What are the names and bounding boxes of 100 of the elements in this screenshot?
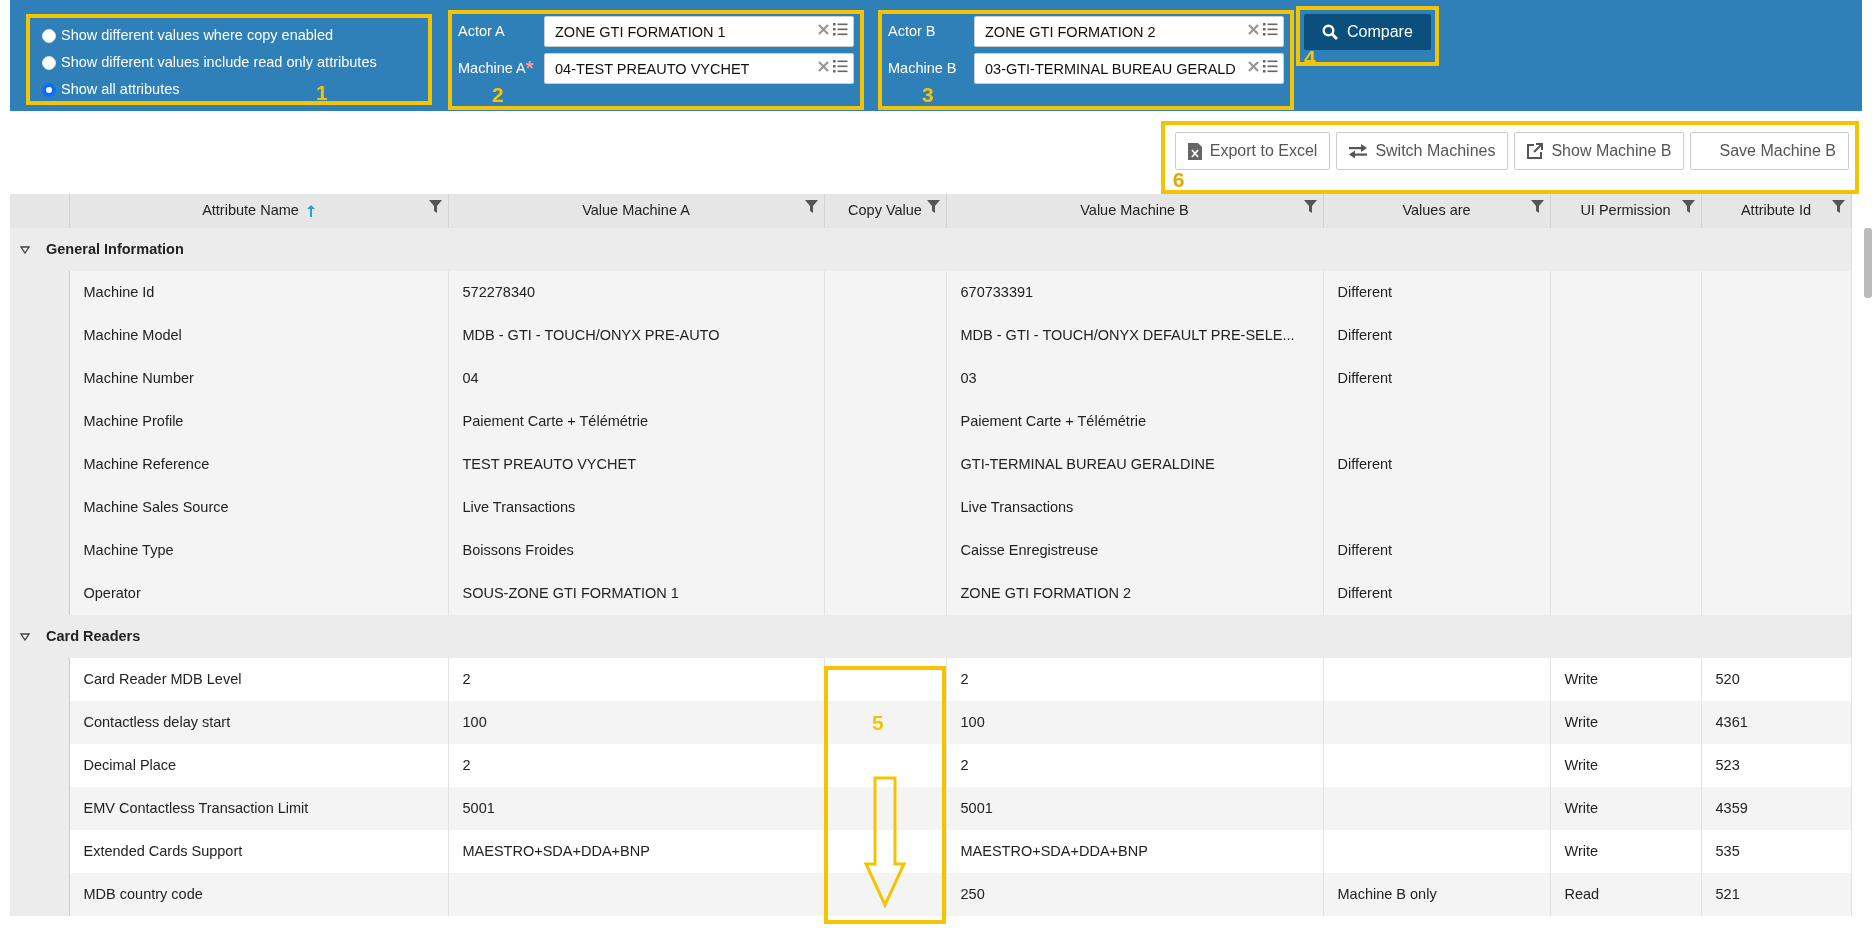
table-cell: Machine Id (69, 271, 448, 314)
table-cell: Machine Type (69, 529, 448, 572)
clear-icon[interactable] (818, 24, 829, 35)
list-icon[interactable] (1263, 23, 1278, 36)
table-cell: Different (1323, 271, 1550, 314)
table-cell: 100 (448, 701, 824, 744)
table-cell: Different (1323, 572, 1550, 615)
group-row[interactable]: General Information (10, 228, 1851, 271)
table-cell: MDB - GTI - TOUCH/ONYX PRE-AUTO (448, 314, 824, 357)
column-header[interactable]: Values are (1323, 194, 1550, 228)
radio-label: Show all attributes (61, 79, 180, 99)
table-cell: Paiement Carte + Télémétrie (946, 400, 1323, 443)
actor-field[interactable]: ZONE GTI FORMATION 2 (974, 16, 1284, 47)
table-cell: ZONE GTI FORMATION 2 (946, 572, 1323, 615)
field-label: Actor B (888, 21, 937, 41)
annotation-number: 5 (872, 712, 884, 733)
table-cell: 670733391 (946, 271, 1323, 314)
table-cell: Boissons Froides (448, 529, 824, 572)
annotation-number: 6 (1172, 169, 1185, 190)
filter-icon[interactable] (926, 200, 940, 213)
table-cell: Machine Number (69, 357, 448, 400)
list-icon[interactable] (833, 23, 848, 36)
search-icon (1322, 24, 1338, 40)
table-cell: MDB country code (69, 873, 448, 916)
annotation-number: 2 (492, 84, 504, 105)
list-icon[interactable] (833, 60, 848, 73)
table-cell: 4361 (1701, 701, 1851, 744)
machine-field[interactable]: 04-TEST PREAUTO VYCHET (544, 53, 854, 84)
filter-icon[interactable] (804, 200, 818, 213)
group-title: General Information (46, 239, 184, 259)
group-row[interactable]: Card Readers (10, 615, 1851, 658)
table-cell: Different (1323, 529, 1550, 572)
column-header[interactable]: Copy Value (824, 194, 946, 228)
list-icon[interactable] (1263, 60, 1278, 73)
table-cell: TEST PREAUTO VYCHET (448, 443, 824, 486)
field-label: Machine A* (458, 57, 535, 80)
table-cell: Different (1323, 357, 1550, 400)
swap-arrows-icon (1349, 144, 1368, 158)
column-header[interactable]: UI Permission (1550, 194, 1701, 228)
header-cell (10, 194, 69, 228)
column-header[interactable]: Value Machine B (946, 194, 1323, 228)
table-cell: 521 (1701, 873, 1851, 916)
collapse-triangle-icon[interactable] (20, 632, 30, 641)
table-cell: 5001 (946, 787, 1323, 830)
table-cell: Different (1323, 314, 1550, 357)
table-cell: Live Transactions (946, 486, 1323, 529)
table-cell: 250 (946, 873, 1323, 916)
collapse-triangle-icon[interactable] (20, 245, 30, 254)
table-cell: 100 (946, 701, 1323, 744)
table-cell: Different (1323, 443, 1550, 486)
table-cell: SOUS-ZONE GTI FORMATION 1 (448, 572, 824, 615)
table-cell: Write (1550, 787, 1701, 830)
external-link-icon (1527, 143, 1544, 159)
table-cell: GTI-TERMINAL BUREAU GERALDINE (946, 443, 1323, 486)
radio-label: Show different values include read only attributes (61, 52, 377, 72)
toolbar-button[interactable]: Switch Machines (1336, 132, 1509, 170)
table-cell: Write (1550, 701, 1701, 744)
radio-label: Show different values where copy enabled (61, 25, 334, 45)
table-cell: 04 (448, 357, 824, 400)
radio-button[interactable] (42, 82, 56, 97)
clear-icon[interactable] (1248, 61, 1259, 72)
field-label: Actor A (458, 21, 506, 41)
table-cell: Machine Reference (69, 443, 448, 486)
clear-icon[interactable] (818, 61, 829, 72)
filter-icon[interactable] (1530, 200, 1544, 213)
filter-icon[interactable] (1831, 200, 1845, 213)
table-cell: Live Transactions (448, 486, 824, 529)
actor-field[interactable]: ZONE GTI FORMATION 1 (544, 16, 854, 47)
table-cell: Machine B only (1323, 873, 1550, 916)
spreadsheet-icon (1187, 142, 1202, 160)
table-cell: Caisse Enregistreuse (946, 529, 1323, 572)
group-title: Card Readers (46, 626, 141, 646)
clear-icon[interactable] (1248, 24, 1259, 35)
table-cell: MDB - GTI - TOUCH/ONYX DEFAULT PRE-SELE... (946, 314, 1323, 357)
filter-icon[interactable] (428, 200, 442, 213)
annotation-number: 1 (316, 82, 328, 103)
table-cell: Machine Model (69, 314, 448, 357)
toolbar-button[interactable]: Show Machine B (1514, 132, 1685, 170)
scrollbar-thumb[interactable] (1864, 228, 1872, 298)
table-cell: Read (1550, 873, 1701, 916)
compare-button[interactable]: Compare (1304, 14, 1431, 50)
column-header[interactable]: Attribute Id (1701, 194, 1851, 228)
machine-field[interactable]: 03-GTI-TERMINAL BUREAU GERALD (974, 53, 1284, 84)
annotation-number: 3 (922, 84, 934, 105)
table-cell: Paiement Carte + Télémétrie (448, 400, 824, 443)
column-header[interactable]: Attribute Name (69, 194, 448, 228)
table-cell: 5001 (448, 787, 824, 830)
toolbar-button[interactable]: Export to Excel (1174, 132, 1331, 170)
table-cell: Machine Sales Source (69, 486, 448, 529)
toolbar-button[interactable]: Save Machine B (1690, 132, 1849, 170)
filter-icon[interactable] (1681, 200, 1695, 213)
table-cell: Contactless delay start (69, 701, 448, 744)
field-label: Machine B (888, 58, 958, 78)
table-cell: Machine Profile (69, 400, 448, 443)
table-cell: Operator (69, 572, 448, 615)
column-header[interactable]: Value Machine A (448, 194, 824, 228)
table-cell: 03 (946, 357, 1323, 400)
table-cell: 4359 (1701, 787, 1851, 830)
filter-icon[interactable] (1303, 200, 1317, 213)
table-cell: EMV Contactless Transaction Limit (69, 787, 448, 830)
